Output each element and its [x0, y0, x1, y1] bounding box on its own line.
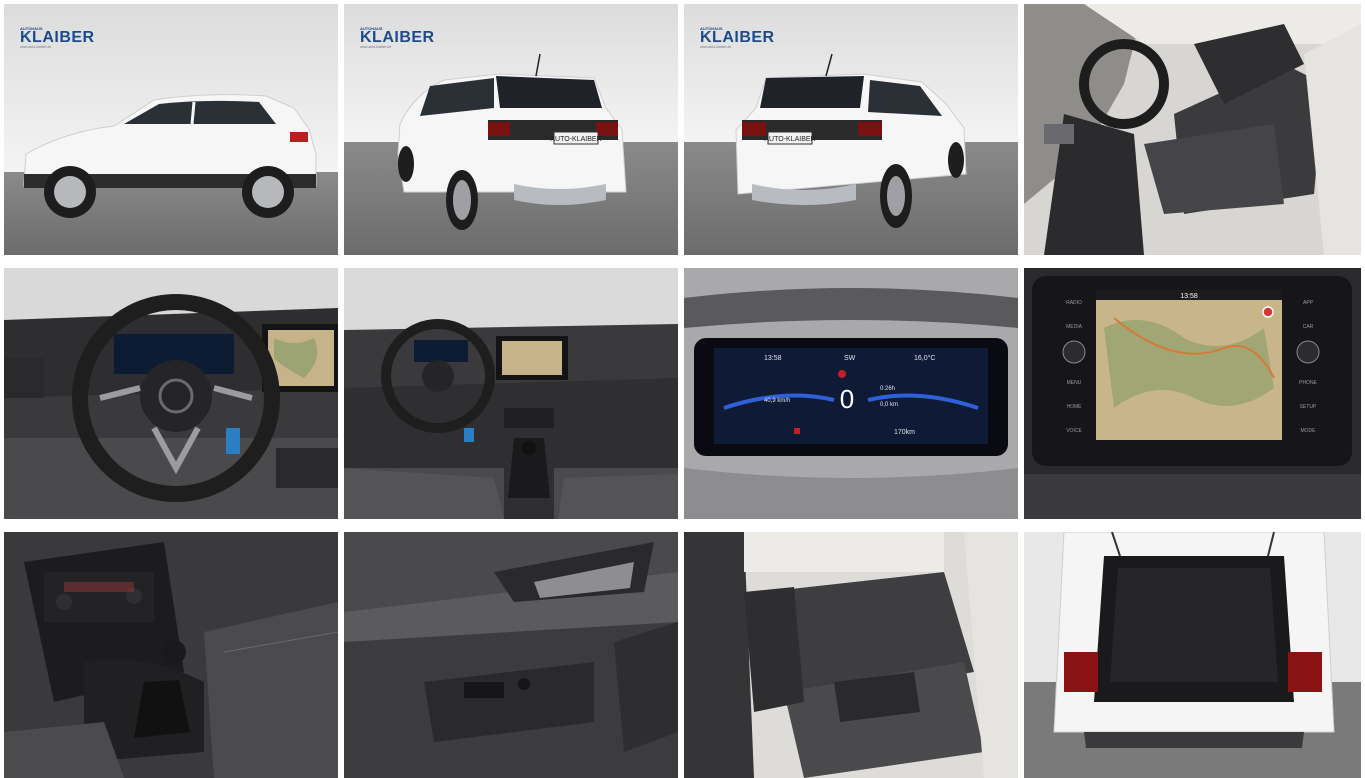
photo-trunk[interactable]: [1024, 532, 1361, 778]
button-mode[interactable]: MODE: [1301, 428, 1317, 434]
steering-wheel-image: [4, 268, 338, 519]
cluster-range: 170km: [894, 429, 915, 436]
photo-exterior-rear-right[interactable]: AUTO-KLAIBER AUTOHAUS KLAIBER www.auto-k…: [684, 4, 1018, 255]
photo-infotainment-screen[interactable]: 13:58 RADIO MEDIA MENU HOME VOICE APP CA…: [1024, 268, 1361, 519]
photo-front-seats[interactable]: [1024, 4, 1361, 255]
dealer-logo: AUTOHAUS KLAIBER www.auto-klaiber.de: [360, 26, 435, 49]
dealer-logo-name: KLAIBER: [360, 29, 435, 46]
photo-rear-seats[interactable]: [684, 532, 1018, 778]
license-plate: AUTO-KLAIBER: [764, 136, 815, 143]
button-car[interactable]: CAR: [1303, 324, 1314, 330]
button-media[interactable]: MEDIA: [1066, 324, 1083, 330]
button-voice[interactable]: VOICE: [1066, 428, 1082, 434]
photo-instrument-cluster[interactable]: 13:58 SW 16,0°C 0 40,9 km/h 0:26h 0,0 km…: [684, 268, 1018, 519]
button-radio[interactable]: RADIO: [1066, 300, 1082, 306]
photo-gallery: AUTOHAUS KLAIBER www.auto-klaiber.de AUT…: [0, 0, 1365, 778]
button-phone[interactable]: PHONE: [1299, 380, 1317, 386]
photo-center-console[interactable]: [4, 532, 338, 778]
cluster-consumption: 40,9 km/h: [764, 398, 790, 404]
infotainment-image: 13:58 RADIO MEDIA MENU HOME VOICE APP CA…: [1024, 268, 1361, 519]
screen-time: 13:58: [1180, 293, 1198, 300]
photo-cockpit[interactable]: [344, 268, 678, 519]
button-menu[interactable]: MENU: [1067, 380, 1082, 386]
photo-exterior-side[interactable]: AUTOHAUS KLAIBER www.auto-klaiber.de: [4, 4, 338, 255]
button-setup[interactable]: SETUP: [1300, 404, 1317, 410]
photo-steering-wheel[interactable]: [4, 268, 338, 519]
front-seats-image: [1024, 4, 1361, 255]
cluster-speed: 0: [840, 384, 854, 414]
photo-door-panel[interactable]: [344, 532, 678, 778]
dealer-logo-name: KLAIBER: [700, 29, 775, 46]
cluster-distance: 0,0 km: [880, 402, 898, 408]
cockpit-image: [344, 268, 678, 519]
license-plate: AUTO-KLAIBER: [550, 136, 601, 143]
dealer-logo-name: KLAIBER: [20, 29, 95, 46]
instrument-cluster-image: 13:58 SW 16,0°C 0 40,9 km/h 0:26h 0,0 km…: [684, 268, 1018, 519]
cluster-trip-time: 0:26h: [880, 386, 895, 392]
photo-exterior-rear-left[interactable]: AUTO-KLAIBER AUTOHAUS KLAIBER www.auto-k…: [344, 4, 678, 255]
center-console-image: [4, 532, 338, 778]
cluster-heading: SW: [844, 355, 856, 362]
dealer-logo: AUTOHAUS KLAIBER www.auto-klaiber.de: [20, 26, 95, 49]
cluster-time: 13:58: [764, 355, 782, 362]
button-home[interactable]: HOME: [1067, 404, 1083, 410]
button-app[interactable]: APP: [1303, 300, 1314, 306]
cluster-temperature: 16,0°C: [914, 354, 935, 362]
rear-seats-image: [684, 532, 1018, 778]
trunk-image: [1024, 532, 1361, 778]
door-panel-image: [344, 532, 678, 778]
dealer-logo: AUTOHAUS KLAIBER www.auto-klaiber.de: [700, 26, 775, 49]
